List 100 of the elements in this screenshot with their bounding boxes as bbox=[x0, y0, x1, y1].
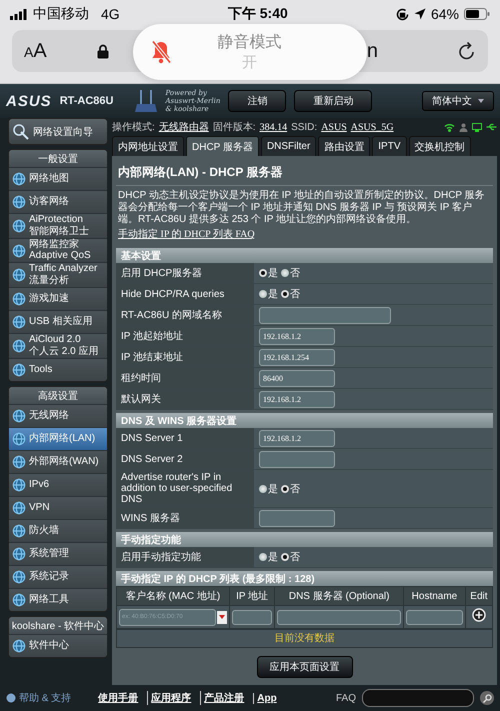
globe-icon bbox=[12, 195, 26, 209]
header-button[interactable]: 注销 bbox=[228, 90, 286, 112]
text-field[interactable]: 192.168.1.254 bbox=[259, 348, 335, 366]
add-icon[interactable] bbox=[472, 608, 486, 622]
field-label: DNS Server 1 bbox=[116, 428, 254, 448]
radio-option[interactable]: 否 bbox=[281, 287, 300, 301]
text-field[interactable]: 86400 bbox=[259, 370, 335, 386]
field-label: RT-AC86U 的网域名称 bbox=[116, 305, 254, 325]
globe-icon bbox=[12, 639, 26, 653]
globe-icon bbox=[12, 244, 26, 258]
person-icon bbox=[459, 122, 468, 132]
text-field[interactable]: 192.168.1.2 bbox=[259, 390, 335, 408]
faq-label: FAQ bbox=[336, 692, 356, 704]
section-header: 手动指定 IP 的 DHCP 列表 (最多限制 : 128) bbox=[116, 571, 493, 586]
text-field[interactable]: 192.168.1.2 bbox=[259, 328, 335, 344]
field-label: IP 池起始地址 bbox=[116, 326, 254, 346]
column-header: IP 地址 bbox=[230, 586, 275, 606]
sidebar-item[interactable]: Traffic Analyzer 流量分析 bbox=[9, 262, 107, 287]
dns-field[interactable] bbox=[277, 610, 402, 624]
mute-state: 开 bbox=[242, 53, 257, 72]
language-select[interactable]: 简体中文 bbox=[422, 91, 494, 111]
info-label: SSID: bbox=[291, 122, 318, 132]
router-icon bbox=[135, 88, 158, 114]
faq-link[interactable]: 手动指定 IP 的 DHCP 列表 FAQ bbox=[118, 227, 491, 241]
tab[interactable]: DHCP 服务器 bbox=[186, 136, 259, 156]
apply-button[interactable]: 应用本页面设置 bbox=[256, 656, 352, 678]
info-label: 操作模式: bbox=[112, 120, 155, 134]
tab[interactable]: DNSFilter bbox=[260, 136, 316, 156]
search-field[interactable] bbox=[362, 689, 474, 707]
column-header: Edit bbox=[465, 586, 492, 606]
field-label: 启用 DHCP服务器 bbox=[116, 263, 254, 283]
field-label: IP 池结束地址 bbox=[116, 347, 254, 367]
sidebar-item[interactable]: 内部网络(LAN) bbox=[9, 427, 107, 450]
info-link[interactable]: ASUS_5G bbox=[350, 122, 394, 132]
empty-message: 目前没有数据 bbox=[116, 629, 493, 648]
section-header: DNS 及 WINS 服务器设置 bbox=[116, 413, 493, 428]
field-label: WINS 服务器 bbox=[116, 508, 254, 528]
hostname-field[interactable] bbox=[406, 610, 463, 624]
sidebar-item[interactable]: 软件中心 bbox=[9, 634, 107, 657]
carrier-name: 中国移动 bbox=[33, 5, 89, 23]
description-text: DHCP 动态主机设定协议是为使用在 IP 地址的自动设置所制定的协议。DHCP 服务器会分配给每一个客户端一个 IP 地址并通知 DNS 服务器 IP 与 预设网关 IP 客户端。RT-AC86U 提供多达 253 个 IP 地址让您的内部网络设备使用。 bbox=[118, 190, 486, 226]
search-button[interactable] bbox=[480, 691, 494, 705]
footer-link[interactable]: 应用程序 bbox=[147, 691, 194, 705]
globe-icon bbox=[12, 547, 26, 561]
text-field[interactable] bbox=[259, 306, 391, 324]
text-field[interactable] bbox=[259, 450, 335, 468]
monitor-icon bbox=[472, 122, 482, 132]
rotation-lock-icon bbox=[396, 8, 409, 20]
dropdown-button[interactable] bbox=[217, 610, 227, 624]
globe-icon bbox=[12, 292, 26, 306]
radio-option[interactable]: 否 bbox=[281, 550, 300, 564]
header-button[interactable]: 重新启动 bbox=[294, 90, 372, 112]
help-link[interactable]: 帮助 & 支持 bbox=[19, 691, 72, 705]
wifi-icon bbox=[444, 122, 455, 132]
usb-icon bbox=[486, 122, 497, 130]
tab[interactable]: 内网地址设置 bbox=[112, 136, 184, 156]
text-size-button[interactable]: AA bbox=[24, 40, 47, 62]
globe-icon bbox=[12, 432, 26, 446]
footer-link[interactable]: 产品注册 bbox=[200, 691, 248, 705]
globe-icon bbox=[12, 219, 26, 233]
tab[interactable]: 交换机控制 bbox=[408, 136, 471, 156]
footer-link[interactable]: App bbox=[253, 692, 280, 704]
column-header: DNS 服务器 (Optional) bbox=[274, 586, 404, 606]
globe-icon bbox=[12, 570, 26, 584]
info-link[interactable]: 无线路由器 bbox=[158, 120, 209, 134]
globe-icon bbox=[12, 339, 26, 353]
mute-title: 静音模式 bbox=[218, 32, 282, 53]
sidebar-item[interactable]: 网络工具 bbox=[9, 588, 107, 611]
setup-wizard-button[interactable]: 网络设置向导 bbox=[8, 118, 108, 145]
globe-icon bbox=[12, 172, 26, 186]
field-label: Hide DHCP/RA queries bbox=[116, 284, 254, 304]
lock-icon bbox=[96, 44, 109, 58]
column-header: 客户名称 (MAC 地址) bbox=[116, 586, 230, 606]
tab[interactable]: 路由设置 bbox=[318, 136, 370, 156]
sidebar-item[interactable]: Tools bbox=[9, 358, 107, 381]
column-header: Hostname bbox=[404, 586, 466, 606]
sidebar-item[interactable]: 网络监控家 Adaptive QoS bbox=[9, 238, 107, 262]
text-field[interactable] bbox=[259, 510, 335, 526]
radio-option[interactable]: 否 bbox=[281, 266, 300, 280]
globe-icon bbox=[12, 268, 26, 282]
menu-section-header: 高级设置 bbox=[9, 387, 107, 404]
ip-field[interactable] bbox=[232, 610, 272, 624]
radio-option[interactable]: 是 bbox=[259, 287, 278, 301]
brand-logo: ASUS bbox=[6, 92, 52, 110]
battery-icon bbox=[464, 8, 490, 20]
radio-option[interactable]: 是 bbox=[259, 482, 278, 496]
radio-option[interactable]: 是 bbox=[259, 550, 278, 564]
field-label: Advertise router's IP in addition to user-specified DNS bbox=[116, 470, 254, 507]
radio-option[interactable]: 否 bbox=[281, 482, 300, 496]
sidebar-item[interactable]: AiCloud 2.0 个人云 2.0 应用 bbox=[9, 333, 107, 358]
info-link[interactable]: 384.14 bbox=[260, 122, 288, 132]
radio-option[interactable]: 是 bbox=[259, 266, 278, 280]
tab[interactable]: IPTV bbox=[372, 136, 407, 156]
field-label: 租约时间 bbox=[116, 368, 254, 388]
reload-icon[interactable] bbox=[458, 41, 476, 61]
sidebar-item[interactable]: AiProtection 智能网络卫士 bbox=[9, 213, 107, 238]
text-field[interactable]: 192.168.1.2 bbox=[259, 430, 335, 446]
url-text: n bbox=[366, 40, 378, 62]
footer-link[interactable]: 使用手册 bbox=[95, 691, 142, 705]
info-link[interactable]: ASUS bbox=[321, 122, 347, 132]
